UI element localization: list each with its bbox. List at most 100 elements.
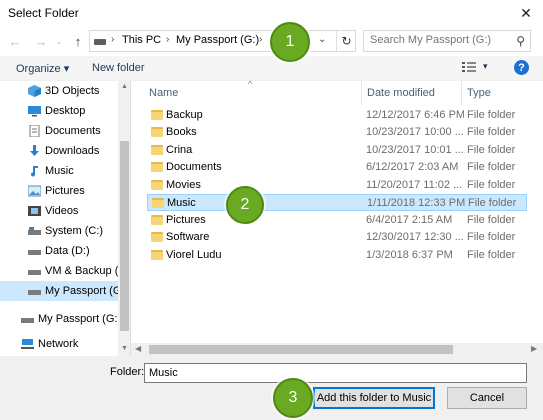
- nav-item-label: Documents: [45, 125, 101, 137]
- drive-icon: [28, 227, 41, 235]
- nav-item-3d-objects[interactable]: 3D Objects: [0, 81, 118, 101]
- search-icon[interactable]: ⚲: [516, 34, 525, 48]
- folder-row-backup[interactable]: Backup 12/12/2017 6:46 PM File folder: [147, 107, 527, 124]
- folder-type: File folder: [467, 109, 516, 121]
- breadcrumb-separator-icon[interactable]: ›: [259, 34, 262, 45]
- folder-name: Viorel Ludu: [166, 249, 222, 261]
- folder-name: Pictures: [166, 214, 206, 226]
- folder-row-software[interactable]: Software 12/30/2017 12:30 ... File folde…: [147, 229, 527, 246]
- help-icon[interactable]: ?: [514, 60, 529, 75]
- breadcrumb-separator-icon[interactable]: ›: [111, 34, 114, 45]
- folder-row-documents[interactable]: Documents 6/12/2017 2:03 AM File folder: [147, 159, 527, 176]
- breadcrumb-my-passport[interactable]: My Passport (G:): [176, 34, 259, 46]
- scroll-down-icon[interactable]: ▼: [121, 345, 128, 352]
- step-badge-3: 3: [273, 378, 313, 418]
- recent-locations-chevron-icon[interactable]: ⌄: [50, 32, 68, 50]
- nav-item-label: 3D Objects: [45, 85, 100, 97]
- search-box[interactable]: ⚲: [363, 30, 531, 52]
- folder-row-pictures[interactable]: Pictures 6/4/2017 2:15 AM File folder: [147, 212, 527, 229]
- horizontal-scrollbar[interactable]: ◀ ▶: [131, 343, 543, 356]
- folder-icon: [151, 180, 163, 190]
- column-divider[interactable]: [361, 81, 362, 105]
- music-icon: [31, 166, 38, 177]
- folder-date: 6/12/2017 2:03 AM: [366, 161, 459, 173]
- folder-date: 1/3/2018 6:37 PM: [366, 249, 453, 261]
- nav-item-label: System (C:): [45, 225, 104, 237]
- nav-item-my-passport-g-selected[interactable]: My Passport (G:): [0, 281, 118, 301]
- folder-name: Music: [167, 197, 196, 209]
- nav-item-desktop[interactable]: Desktop: [0, 101, 118, 121]
- folder-row-movies[interactable]: Movies 11/20/2017 11:02 ... File folder: [147, 177, 527, 194]
- address-dropdown-icon[interactable]: ⌄: [318, 34, 326, 45]
- network-icon: [21, 339, 34, 349]
- view-options-icon[interactable]: [462, 62, 476, 73]
- nav-item-documents[interactable]: Documents: [0, 121, 118, 141]
- column-header-date-modified[interactable]: Date modified: [367, 87, 435, 99]
- folder-icon: [151, 110, 163, 120]
- folder-date: 11/20/2017 11:02 ...: [366, 179, 463, 191]
- search-input[interactable]: [370, 34, 510, 46]
- view-dropdown-icon[interactable]: ▾: [483, 61, 488, 72]
- folder-icon: [152, 198, 164, 208]
- folder-type: File folder: [467, 161, 516, 173]
- back-arrow-icon[interactable]: ←: [6, 32, 24, 50]
- nav-item-my-passport-g[interactable]: My Passport (G:): [0, 309, 118, 329]
- folder-date: 12/30/2017 12:30 ...: [366, 231, 464, 243]
- folder-date: 1/11/2018 12:33 PM: [367, 197, 465, 209]
- folder-name: Software: [166, 231, 210, 243]
- folder-name: Movies: [166, 179, 201, 191]
- new-folder-button[interactable]: New folder: [92, 62, 145, 74]
- scrollbar-thumb[interactable]: [149, 345, 453, 354]
- scrollbar-thumb[interactable]: [120, 141, 129, 331]
- folder-icon: [151, 250, 163, 260]
- folder-type: File folder: [467, 126, 516, 138]
- forward-arrow-icon[interactable]: →: [32, 32, 50, 50]
- organize-menu-button[interactable]: Organize ▾: [16, 62, 69, 75]
- add-folder-button[interactable]: Add this folder to Music: [313, 387, 435, 409]
- folder-name: Books: [166, 126, 197, 138]
- breadcrumb-separator-icon[interactable]: ›: [166, 34, 169, 45]
- column-header-type[interactable]: Type: [467, 87, 491, 99]
- close-icon[interactable]: ✕: [509, 0, 543, 26]
- folder-icon: [151, 232, 163, 242]
- nav-item-music[interactable]: Music: [0, 161, 118, 181]
- title-bar: Select Folder ✕: [0, 0, 543, 26]
- folder-icon: [151, 215, 163, 225]
- nav-item-system-c[interactable]: System (C:): [0, 221, 118, 241]
- folder-row-books[interactable]: Books 10/23/2017 10:00 ... File folder: [147, 124, 527, 141]
- column-divider[interactable]: [461, 81, 462, 105]
- folder-date: 10/23/2017 10:01 ...: [366, 144, 464, 156]
- scroll-up-icon[interactable]: ▲: [121, 83, 128, 90]
- folder-icon: [151, 127, 163, 137]
- folder-row-music-selected[interactable]: Music 1/11/2018 12:33 PM File folder: [147, 194, 527, 211]
- folder-name: Crina: [166, 144, 193, 156]
- column-headers: ^ Name Date modified Type: [131, 79, 543, 105]
- folder-label: Folder:: [110, 366, 145, 378]
- address-bar[interactable]: › This PC › My Passport (G:) › ⌄ ↻: [89, 30, 356, 52]
- folder-name-input[interactable]: [144, 363, 527, 383]
- nav-item-label: Music: [45, 165, 74, 177]
- folder-row-viorel-ludu[interactable]: Viorel Ludu 1/3/2018 6:37 PM File folder: [147, 247, 527, 264]
- navigation-pane-scrollbar[interactable]: ▲ ▼: [118, 81, 130, 356]
- column-header-name[interactable]: Name: [149, 87, 178, 99]
- navigation-pane: 3D Objects Desktop Documents Downloads M…: [0, 81, 131, 356]
- folder-row-crina[interactable]: Crina 10/23/2017 10:01 ... File folder: [147, 142, 527, 159]
- nav-item-videos[interactable]: Videos: [0, 201, 118, 221]
- refresh-icon[interactable]: ↻: [336, 31, 356, 51]
- videos-icon: [28, 206, 41, 216]
- nav-item-network[interactable]: Network: [0, 334, 118, 354]
- nav-item-label: Data (D:): [45, 245, 90, 257]
- nav-item-vm-backup-e[interactable]: VM & Backup (E: [0, 261, 118, 281]
- folder-type: File folder: [467, 144, 516, 156]
- nav-item-data-d[interactable]: Data (D:): [0, 241, 118, 261]
- scroll-right-icon[interactable]: ▶: [531, 344, 537, 353]
- nav-item-label: Pictures: [45, 185, 85, 197]
- up-arrow-icon[interactable]: ↑: [69, 32, 87, 50]
- cancel-button[interactable]: Cancel: [447, 387, 527, 409]
- pictures-icon: [28, 185, 41, 197]
- breadcrumb-this-pc[interactable]: This PC: [122, 34, 161, 46]
- nav-item-label: Downloads: [45, 145, 100, 157]
- nav-item-downloads[interactable]: Downloads: [0, 141, 118, 161]
- scroll-left-icon[interactable]: ◀: [135, 344, 141, 353]
- nav-item-pictures[interactable]: Pictures: [0, 181, 118, 201]
